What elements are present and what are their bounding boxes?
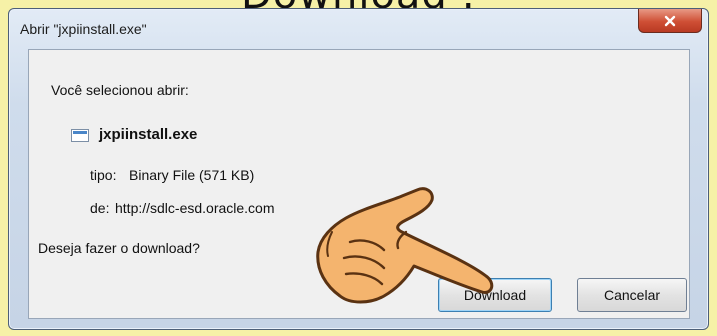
file-icon [71, 129, 89, 142]
file-name: jxpiinstall.exe [99, 126, 198, 143]
close-icon [664, 15, 676, 26]
cancel-button[interactable]: Cancelar [577, 278, 687, 312]
close-button[interactable] [638, 9, 702, 33]
question-text: Deseja fazer o download? [38, 240, 200, 256]
source-value: http://sdlc-esd.oracle.com [115, 200, 275, 216]
window-title: Abrir "jxpiinstall.exe" [20, 21, 147, 37]
prompt-text: Você selecionou abrir: [51, 82, 189, 98]
source-label: de: [90, 200, 110, 216]
type-value: Binary File (571 KB) [129, 167, 255, 183]
type-label: tipo: [90, 167, 117, 183]
pointing-hand-icon [316, 187, 494, 304]
